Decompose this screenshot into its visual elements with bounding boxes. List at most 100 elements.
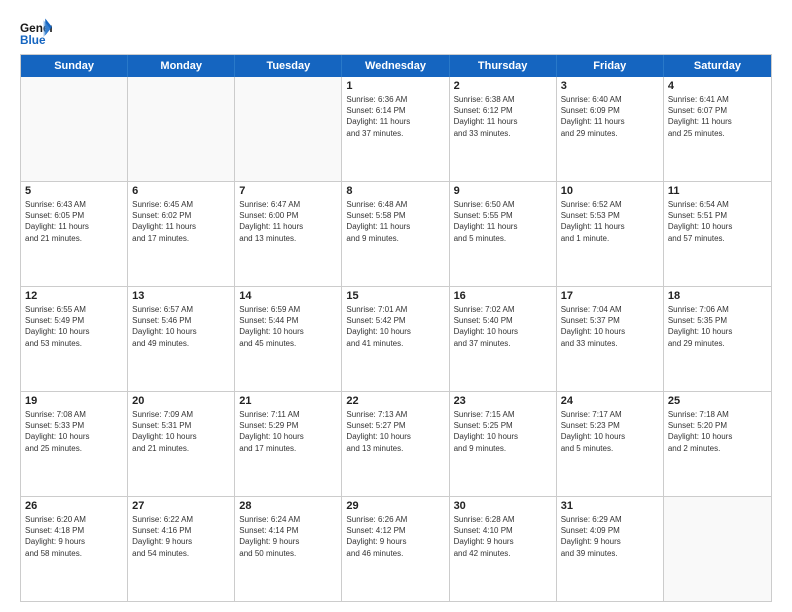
empty-cell (21, 77, 128, 181)
svg-text:Blue: Blue (20, 34, 46, 46)
day-info: Sunrise: 7:02 AM Sunset: 5:40 PM Dayligh… (454, 304, 552, 349)
day-info: Sunrise: 6:22 AM Sunset: 4:16 PM Dayligh… (132, 514, 230, 559)
page: General Blue SundayMondayTuesdayWednesda… (0, 0, 792, 612)
day-cell-9: 9 Sunrise: 6:50 AM Sunset: 5:55 PM Daylig… (450, 182, 557, 286)
empty-cell (664, 497, 771, 601)
day-info: Sunrise: 6:52 AM Sunset: 5:53 PM Dayligh… (561, 199, 659, 244)
day-cell-30: 30 Sunrise: 6:28 AM Sunset: 4:10 PM Dayli… (450, 497, 557, 601)
day-header-sunday: Sunday (21, 55, 128, 77)
day-cell-20: 20 Sunrise: 7:09 AM Sunset: 5:31 PM Dayli… (128, 392, 235, 496)
day-headers: SundayMondayTuesdayWednesdayThursdayFrid… (21, 55, 771, 77)
day-number: 8 (346, 185, 444, 197)
day-header-monday: Monday (128, 55, 235, 77)
day-cell-7: 7 Sunrise: 6:47 AM Sunset: 6:00 PM Daylig… (235, 182, 342, 286)
empty-cell (235, 77, 342, 181)
day-info: Sunrise: 7:11 AM Sunset: 5:29 PM Dayligh… (239, 409, 337, 454)
day-cell-31: 31 Sunrise: 6:29 AM Sunset: 4:09 PM Dayli… (557, 497, 664, 601)
day-cell-2: 2 Sunrise: 6:38 AM Sunset: 6:12 PM Daylig… (450, 77, 557, 181)
day-number: 11 (668, 185, 767, 197)
day-number: 7 (239, 185, 337, 197)
day-number: 9 (454, 185, 552, 197)
day-number: 13 (132, 290, 230, 302)
day-number: 25 (668, 395, 767, 407)
day-cell-14: 14Sunrise: 6:59 AM Sunset: 5:44 PM Dayli… (235, 287, 342, 391)
day-info: Sunrise: 6:41 AM Sunset: 6:07 PM Dayligh… (668, 94, 767, 139)
day-info: Sunrise: 6:55 AM Sunset: 5:49 PM Dayligh… (25, 304, 123, 349)
day-cell-26: 26 Sunrise: 6:20 AM Sunset: 4:18 PM Dayli… (21, 497, 128, 601)
week-row-5: 26 Sunrise: 6:20 AM Sunset: 4:18 PM Dayli… (21, 497, 771, 601)
day-number: 26 (25, 500, 123, 512)
day-number: 30 (454, 500, 552, 512)
day-cell-13: 13 Sunrise: 6:57 AM Sunset: 5:46 PM Dayli… (128, 287, 235, 391)
week-row-4: 19Sunrise: 7:08 AM Sunset: 5:33 PM Dayli… (21, 392, 771, 497)
day-number: 10 (561, 185, 659, 197)
day-info: Sunrise: 6:50 AM Sunset: 5:55 PM Dayligh… (454, 199, 552, 244)
day-cell-25: 25 Sunrise: 7:18 AM Sunset: 5:20 PM Dayli… (664, 392, 771, 496)
day-cell-28: 28 Sunrise: 6:24 AM Sunset: 4:14 PM Dayli… (235, 497, 342, 601)
day-info: Sunrise: 7:09 AM Sunset: 5:31 PM Dayligh… (132, 409, 230, 454)
day-info: Sunrise: 6:43 AM Sunset: 6:05 PM Dayligh… (25, 199, 123, 244)
day-number: 1 (346, 80, 444, 92)
day-info: Sunrise: 7:06 AM Sunset: 5:35 PM Dayligh… (668, 304, 767, 349)
day-cell-11: 11 Sunrise: 6:54 AM Sunset: 5:51 PM Dayli… (664, 182, 771, 286)
day-number: 14 (239, 290, 337, 302)
day-info: Sunrise: 6:29 AM Sunset: 4:09 PM Dayligh… (561, 514, 659, 559)
day-number: 28 (239, 500, 337, 512)
day-cell-27: 27 Sunrise: 6:22 AM Sunset: 4:16 PM Dayli… (128, 497, 235, 601)
day-header-friday: Friday (557, 55, 664, 77)
day-info: Sunrise: 6:20 AM Sunset: 4:18 PM Dayligh… (25, 514, 123, 559)
day-header-tuesday: Tuesday (235, 55, 342, 77)
day-number: 2 (454, 80, 552, 92)
day-info: Sunrise: 6:36 AM Sunset: 6:14 PM Dayligh… (346, 94, 444, 139)
day-info: Sunrise: 6:38 AM Sunset: 6:12 PM Dayligh… (454, 94, 552, 139)
weeks: 1 Sunrise: 6:36 AM Sunset: 6:14 PM Daylig… (21, 77, 771, 601)
week-row-1: 1 Sunrise: 6:36 AM Sunset: 6:14 PM Daylig… (21, 77, 771, 182)
week-row-2: 5Sunrise: 6:43 AM Sunset: 6:05 PM Daylig… (21, 182, 771, 287)
day-number: 22 (346, 395, 444, 407)
day-info: Sunrise: 6:54 AM Sunset: 5:51 PM Dayligh… (668, 199, 767, 244)
day-number: 3 (561, 80, 659, 92)
day-number: 24 (561, 395, 659, 407)
day-info: Sunrise: 6:47 AM Sunset: 6:00 PM Dayligh… (239, 199, 337, 244)
day-info: Sunrise: 6:45 AM Sunset: 6:02 PM Dayligh… (132, 199, 230, 244)
day-info: Sunrise: 6:48 AM Sunset: 5:58 PM Dayligh… (346, 199, 444, 244)
day-number: 21 (239, 395, 337, 407)
day-info: Sunrise: 6:57 AM Sunset: 5:46 PM Dayligh… (132, 304, 230, 349)
day-cell-12: 12Sunrise: 6:55 AM Sunset: 5:49 PM Dayli… (21, 287, 128, 391)
day-number: 31 (561, 500, 659, 512)
day-cell-1: 1 Sunrise: 6:36 AM Sunset: 6:14 PM Daylig… (342, 77, 449, 181)
day-number: 15 (346, 290, 444, 302)
day-cell-18: 18 Sunrise: 7:06 AM Sunset: 5:35 PM Dayli… (664, 287, 771, 391)
day-info: Sunrise: 7:08 AM Sunset: 5:33 PM Dayligh… (25, 409, 123, 454)
calendar: SundayMondayTuesdayWednesdayThursdayFrid… (20, 54, 772, 602)
day-cell-4: 4Sunrise: 6:41 AM Sunset: 6:07 PM Daylig… (664, 77, 771, 181)
logo: General Blue (20, 18, 58, 46)
week-row-3: 12Sunrise: 6:55 AM Sunset: 5:49 PM Dayli… (21, 287, 771, 392)
day-cell-10: 10 Sunrise: 6:52 AM Sunset: 5:53 PM Dayli… (557, 182, 664, 286)
day-info: Sunrise: 7:17 AM Sunset: 5:23 PM Dayligh… (561, 409, 659, 454)
day-number: 18 (668, 290, 767, 302)
day-cell-16: 16 Sunrise: 7:02 AM Sunset: 5:40 PM Dayli… (450, 287, 557, 391)
day-cell-6: 6 Sunrise: 6:45 AM Sunset: 6:02 PM Daylig… (128, 182, 235, 286)
day-info: Sunrise: 7:18 AM Sunset: 5:20 PM Dayligh… (668, 409, 767, 454)
day-cell-29: 29 Sunrise: 6:26 AM Sunset: 4:12 PM Dayli… (342, 497, 449, 601)
logo-icon: General Blue (20, 18, 52, 46)
day-cell-21: 21 Sunrise: 7:11 AM Sunset: 5:29 PM Dayli… (235, 392, 342, 496)
day-info: Sunrise: 6:24 AM Sunset: 4:14 PM Dayligh… (239, 514, 337, 559)
day-info: Sunrise: 6:28 AM Sunset: 4:10 PM Dayligh… (454, 514, 552, 559)
day-number: 23 (454, 395, 552, 407)
day-info: Sunrise: 7:13 AM Sunset: 5:27 PM Dayligh… (346, 409, 444, 454)
day-number: 27 (132, 500, 230, 512)
day-cell-19: 19Sunrise: 7:08 AM Sunset: 5:33 PM Dayli… (21, 392, 128, 496)
day-header-thursday: Thursday (450, 55, 557, 77)
day-info: Sunrise: 6:26 AM Sunset: 4:12 PM Dayligh… (346, 514, 444, 559)
day-cell-15: 15Sunrise: 7:01 AM Sunset: 5:42 PM Dayli… (342, 287, 449, 391)
day-number: 20 (132, 395, 230, 407)
day-cell-3: 3Sunrise: 6:40 AM Sunset: 6:09 PM Daylig… (557, 77, 664, 181)
day-number: 29 (346, 500, 444, 512)
day-number: 16 (454, 290, 552, 302)
day-header-saturday: Saturday (664, 55, 771, 77)
day-number: 6 (132, 185, 230, 197)
day-cell-23: 23Sunrise: 7:15 AM Sunset: 5:25 PM Dayli… (450, 392, 557, 496)
day-cell-24: 24 Sunrise: 7:17 AM Sunset: 5:23 PM Dayli… (557, 392, 664, 496)
